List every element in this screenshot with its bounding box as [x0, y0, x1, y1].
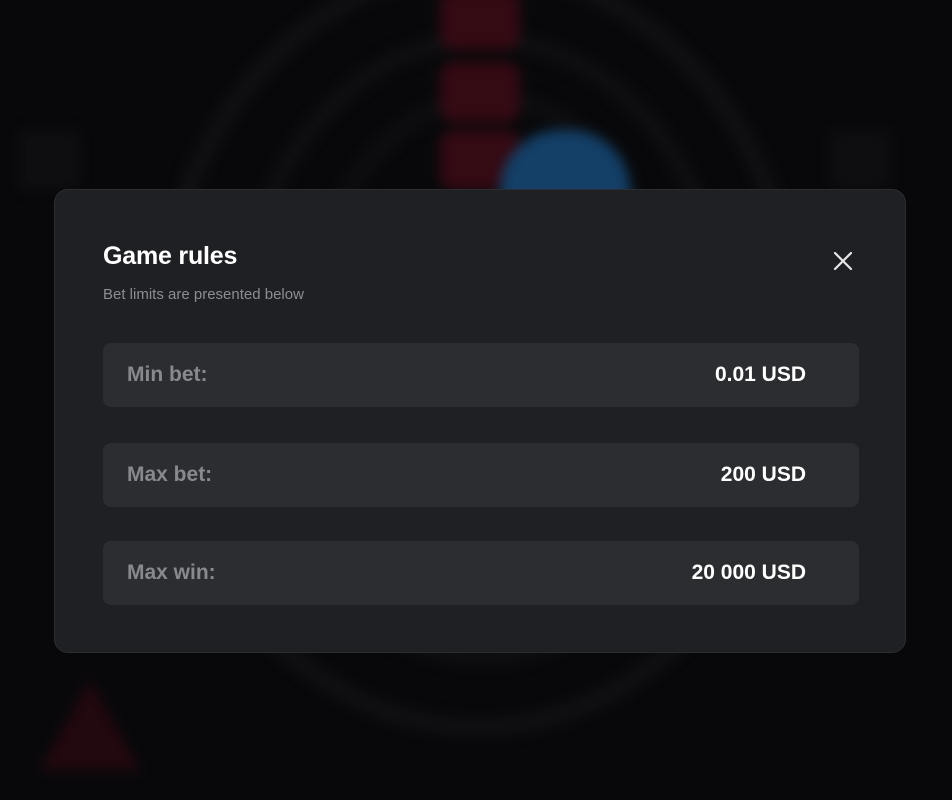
max-bet-row: Max bet: 200 USD [103, 443, 859, 507]
max-win-row: Max win: 20 000 USD [103, 541, 859, 605]
modal-title: Game rules [103, 242, 238, 270]
max-bet-value: 200 USD [720, 463, 806, 486]
min-bet-value: 0.01 USD [714, 363, 806, 386]
max-win-label: Max win: [127, 561, 216, 584]
game-rules-modal: Game rules Bet limits are presented belo… [54, 189, 906, 653]
min-bet-row: Min bet: 0.01 USD [103, 343, 859, 407]
close-icon [833, 251, 853, 271]
modal-subtitle: Bet limits are presented below [103, 286, 304, 303]
game-screen: Game rules Bet limits are presented belo… [0, 0, 952, 800]
min-bet-label: Min bet: [127, 363, 208, 386]
close-button[interactable] [825, 243, 861, 279]
max-win-value: 20 000 USD [691, 561, 806, 584]
max-bet-label: Max bet: [127, 463, 213, 486]
